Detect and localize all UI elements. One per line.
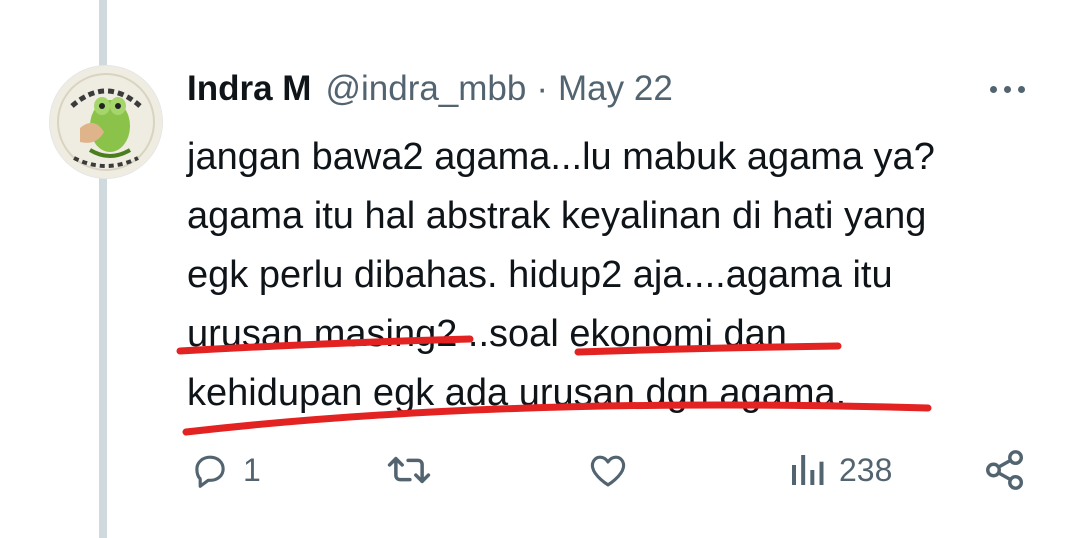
tweet-actions-bar: 1 238 xyxy=(187,440,1037,500)
tweet-date[interactable]: May 22 xyxy=(558,69,673,109)
views-icon xyxy=(792,455,824,485)
avatar[interactable] xyxy=(50,66,162,178)
retweet-button[interactable] xyxy=(385,440,433,500)
reply-icon xyxy=(195,455,225,488)
more-options-icon-dot xyxy=(1003,85,1011,93)
share-button[interactable] xyxy=(982,440,1028,500)
like-icon xyxy=(590,455,626,487)
tweet-text-line: urusan masing2 ..soal ekonomi dan xyxy=(187,313,787,355)
like-button[interactable] xyxy=(587,440,629,500)
tweet-text-line: kehidupan egk ada urusan dgn agama. xyxy=(187,372,847,414)
reply-button[interactable]: 1 xyxy=(189,440,261,500)
tweet-text: jangan bawa2 agama...lu mabuk agama ya? … xyxy=(187,128,1047,423)
share-icon xyxy=(986,450,1024,490)
separator-dot: · xyxy=(536,69,549,108)
tweet-text-line: egk perlu dibahas. hidup2 aja....agama i… xyxy=(187,254,893,296)
retweet-icon xyxy=(387,456,431,484)
avatar-image xyxy=(50,66,162,178)
author-name[interactable]: Indra M xyxy=(187,69,311,109)
more-options-icon xyxy=(989,85,997,93)
views-button[interactable]: 238 xyxy=(787,440,892,500)
more-options-button[interactable] xyxy=(982,76,1032,102)
reply-count: 1 xyxy=(243,451,261,488)
tweet-header: Indra M @indra_mbb · May 22 xyxy=(187,66,673,112)
more-options-icon-dot xyxy=(1017,85,1025,93)
views-count: 238 xyxy=(839,451,893,488)
tweet-text-line: jangan bawa2 agama...lu mabuk agama ya? xyxy=(187,136,935,178)
author-handle[interactable]: @indra_mbb xyxy=(325,69,526,109)
tweet-text-line: agama itu hal abstrak keyalinan di hati … xyxy=(187,195,927,237)
